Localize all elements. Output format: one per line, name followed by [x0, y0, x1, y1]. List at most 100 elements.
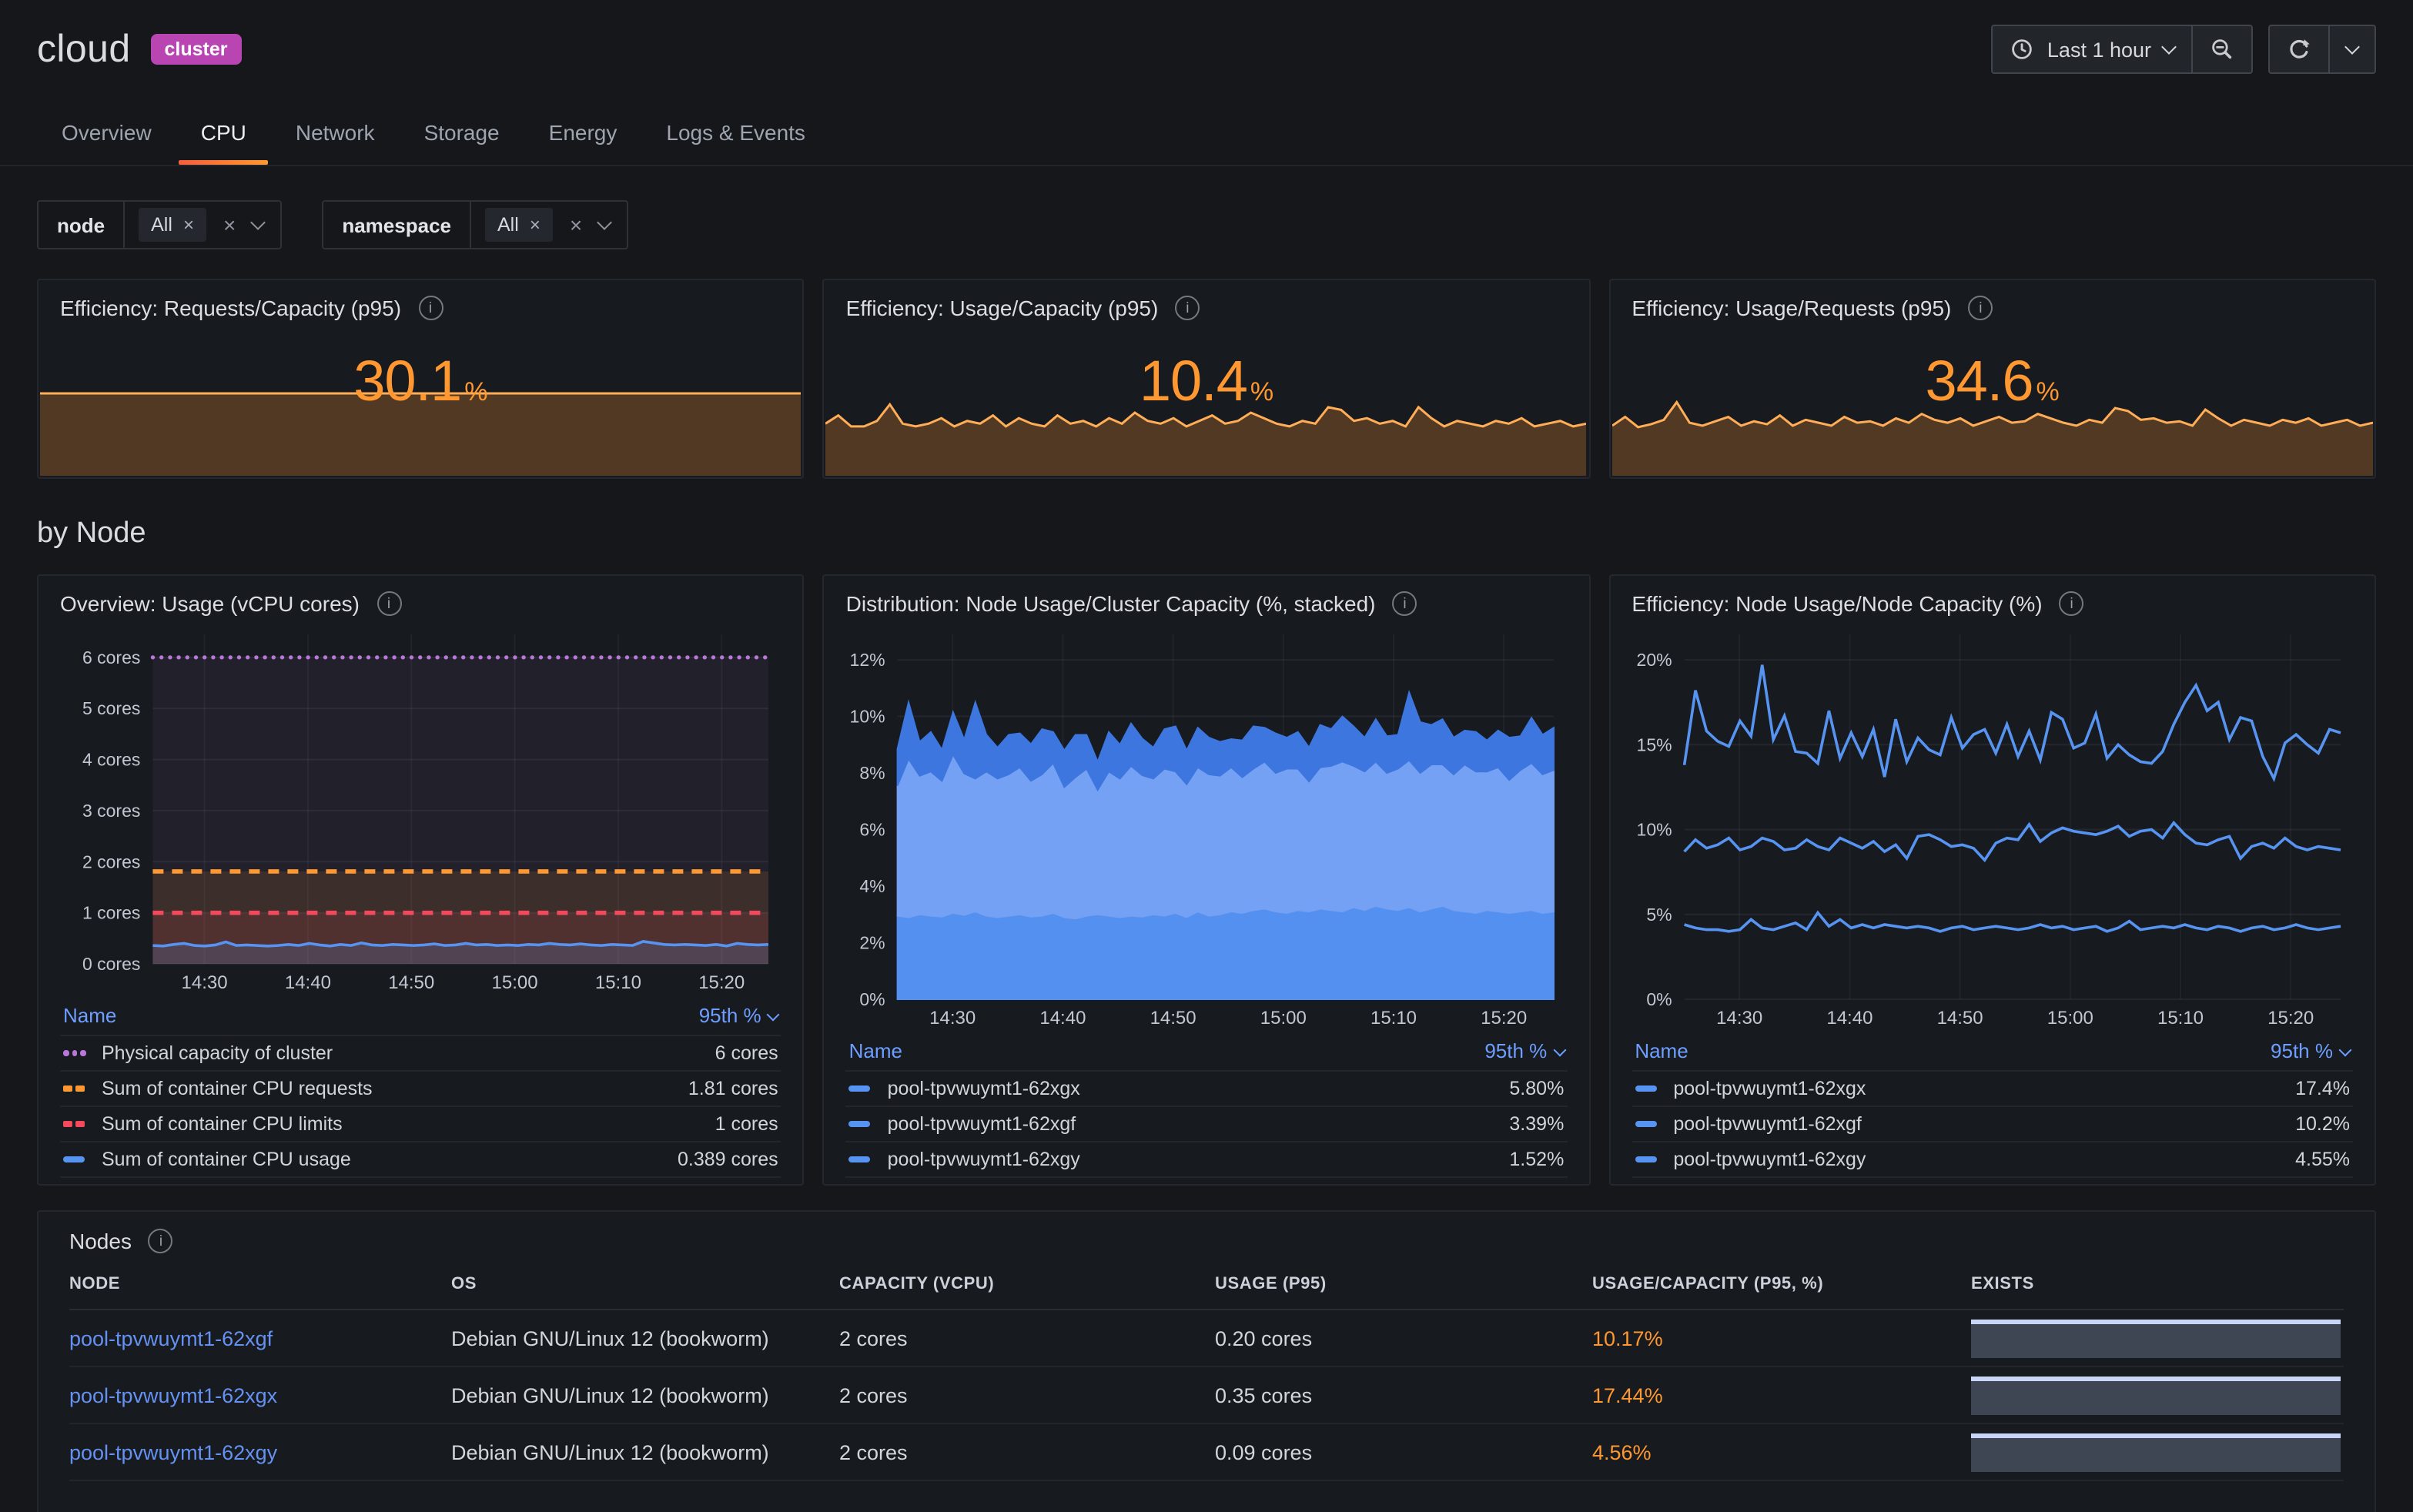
svg-text:15%: 15%: [1636, 734, 1672, 754]
remove-value-icon[interactable]: ×: [530, 214, 540, 236]
os-cell: Debian GNU/Linux 12 (bookworm): [451, 1440, 839, 1463]
legend-header-name[interactable]: Name: [849, 1039, 902, 1062]
col-exists[interactable]: EXISTS: [1971, 1275, 2344, 1293]
series-marker-icon: [849, 1121, 874, 1127]
capacity-cell: 2 cores: [839, 1440, 1215, 1463]
info-icon[interactable]: i: [1175, 296, 1200, 320]
info-icon[interactable]: i: [2060, 591, 2084, 616]
node-link[interactable]: pool-tpvwuymt1-62xgf: [69, 1326, 451, 1350]
stat-panel-requests-capacity: Efficiency: Requests/Capacity (p95) i 30…: [37, 279, 805, 479]
col-usage[interactable]: USAGE (P95): [1215, 1275, 1592, 1293]
time-range-picker[interactable]: Last 1 hour: [1993, 26, 2191, 72]
refresh-interval-dropdown[interactable]: [2328, 26, 2375, 72]
time-series-plot[interactable]: 0 cores1 cores2 cores3 cores4 cores5 cor…: [60, 619, 781, 995]
legend-header-metric[interactable]: 95th %: [699, 1004, 778, 1027]
legend-item[interactable]: pool-tpvwuymt1-62xgy 1.52%: [846, 1141, 1568, 1176]
chevron-down-icon: [2344, 39, 2360, 55]
svg-text:14:50: 14:50: [1936, 1008, 1983, 1029]
panel-title[interactable]: Efficiency: Usage/Requests (p95): [1632, 296, 1951, 320]
svg-text:15:00: 15:00: [1260, 1008, 1307, 1029]
node-filter-value-chip[interactable]: All ×: [139, 208, 206, 242]
legend-item[interactable]: Sum of container CPU limits 1 cores: [60, 1106, 781, 1141]
dashboard-page: cloud cluster Last 1 hour: [0, 0, 2413, 1512]
col-node[interactable]: NODE: [69, 1275, 451, 1293]
table-row: pool-tpvwuymt1-62xgx Debian GNU/Linux 12…: [69, 1367, 2344, 1424]
time-series-plot[interactable]: 0%2%4%6%8%10%12%14:3014:4014:5015:0015:1…: [846, 619, 1568, 1030]
node-link[interactable]: pool-tpvwuymt1-62xgx: [69, 1383, 451, 1407]
tab-cpu[interactable]: CPU: [176, 106, 271, 165]
time-series-plot[interactable]: 0%5%10%15%20%14:3014:4014:5015:0015:1015…: [1632, 619, 2353, 1030]
svg-text:14:40: 14:40: [285, 972, 331, 993]
info-icon[interactable]: i: [1968, 296, 1993, 320]
legend-header-metric[interactable]: 95th %: [2271, 1039, 2350, 1062]
svg-text:14:40: 14:40: [1826, 1008, 1873, 1029]
svg-text:4 cores: 4 cores: [82, 750, 140, 770]
series-marker-icon: [63, 1086, 88, 1092]
info-icon[interactable]: i: [418, 296, 443, 320]
node-link[interactable]: pool-tpvwuymt1-62xgy: [69, 1440, 451, 1463]
os-cell: Debian GNU/Linux 12 (bookworm): [451, 1383, 839, 1407]
legend-item[interactable]: pool-tpvwuymt1-62xgf 3.39%: [846, 1106, 1568, 1141]
legend-header-metric[interactable]: 95th %: [1484, 1039, 1564, 1062]
svg-text:14:30: 14:30: [1715, 1008, 1762, 1029]
legend-item[interactable]: pool-tpvwuymt1-62xgy 4.55%: [1632, 1141, 2353, 1176]
col-capacity[interactable]: CAPACITY (VCPU): [839, 1275, 1215, 1293]
tab-overview[interactable]: Overview: [37, 106, 176, 165]
tab-storage[interactable]: Storage: [400, 106, 524, 165]
panel-title[interactable]: Distribution: Node Usage/Cluster Capacit…: [846, 591, 1376, 616]
legend-item[interactable]: pool-tpvwuymt1-62xgf 10.2%: [1632, 1106, 2353, 1141]
remove-value-icon[interactable]: ×: [183, 214, 194, 236]
zoom-out-icon: [2210, 37, 2234, 62]
stat-value: 30.1%: [38, 350, 803, 414]
legend-item[interactable]: Sum of container CPU requests 1.81 cores: [60, 1070, 781, 1106]
chevron-down-icon[interactable]: [597, 215, 612, 230]
svg-text:15:00: 15:00: [492, 972, 538, 993]
exists-sparkline: [1971, 1433, 2341, 1471]
info-icon[interactable]: i: [377, 591, 401, 616]
namespace-filter-value-chip[interactable]: All ×: [485, 208, 553, 242]
tab-logs-events[interactable]: Logs & Events: [641, 106, 830, 165]
time-range-label: Last 1 hour: [2047, 38, 2151, 61]
zoom-out-button[interactable]: [2191, 26, 2251, 72]
legend-header-name[interactable]: Name: [63, 1004, 116, 1027]
legend-header-name[interactable]: Name: [1635, 1039, 1688, 1062]
legend-item[interactable]: Physical capacity of cluster 6 cores: [60, 1035, 781, 1070]
col-usage-capacity[interactable]: USAGE/CAPACITY (P95, %): [1592, 1275, 1971, 1293]
panel-title[interactable]: Efficiency: Node Usage/Node Capacity (%): [1632, 591, 2042, 616]
clear-filter-icon[interactable]: ×: [570, 212, 582, 237]
clock-icon: [2010, 37, 2035, 62]
chevron-down-icon[interactable]: [250, 215, 266, 230]
panel-title[interactable]: Overview: Usage (vCPU cores): [60, 591, 360, 616]
exists-sparkline: [1971, 1319, 2341, 1357]
panel-title[interactable]: Efficiency: Usage/Capacity (p95): [846, 296, 1159, 320]
header-toolbar: Last 1 hour: [1992, 25, 2376, 74]
panel-title[interactable]: Nodes: [69, 1229, 132, 1253]
stat-panel-usage-requests: Efficiency: Usage/Requests (p95) i 34.6%: [1608, 279, 2376, 479]
page-title: cloud: [37, 27, 131, 72]
tab-energy[interactable]: Energy: [524, 106, 642, 165]
legend-item[interactable]: pool-tpvwuymt1-62xgx 17.4%: [1632, 1070, 2353, 1106]
svg-text:2%: 2%: [860, 933, 885, 953]
header: cloud cluster Last 1 hour: [0, 0, 2413, 74]
chart-legend: Name 95th % pool-tpvwuymt1-62xgx 5.80% p…: [846, 1033, 1568, 1178]
node-filter: node All × ×: [37, 200, 282, 249]
col-os[interactable]: OS: [451, 1275, 839, 1293]
svg-text:12%: 12%: [850, 650, 885, 670]
refresh-button[interactable]: [2270, 26, 2328, 72]
svg-text:0 cores: 0 cores: [82, 954, 140, 974]
usage-cell: 0.20 cores: [1215, 1326, 1592, 1350]
svg-text:6 cores: 6 cores: [82, 647, 140, 667]
info-icon[interactable]: i: [149, 1229, 173, 1253]
panel-title[interactable]: Efficiency: Requests/Capacity (p95): [60, 296, 401, 320]
legend-item[interactable]: pool-tpvwuymt1-62xgx 5.80%: [846, 1070, 1568, 1106]
tab-network[interactable]: Network: [271, 106, 400, 165]
svg-text:14:40: 14:40: [1040, 1008, 1086, 1029]
namespace-filter: namespace All × ×: [322, 200, 628, 249]
svg-text:15:20: 15:20: [2267, 1008, 2313, 1029]
legend-item[interactable]: Sum of container CPU usage 0.389 cores: [60, 1141, 781, 1176]
namespace-filter-value: All: [497, 214, 519, 236]
clear-filter-icon[interactable]: ×: [223, 212, 236, 237]
usage-capacity-cell: 17.44%: [1592, 1383, 1971, 1407]
info-icon[interactable]: i: [1393, 591, 1417, 616]
series-marker-icon: [63, 1051, 88, 1056]
